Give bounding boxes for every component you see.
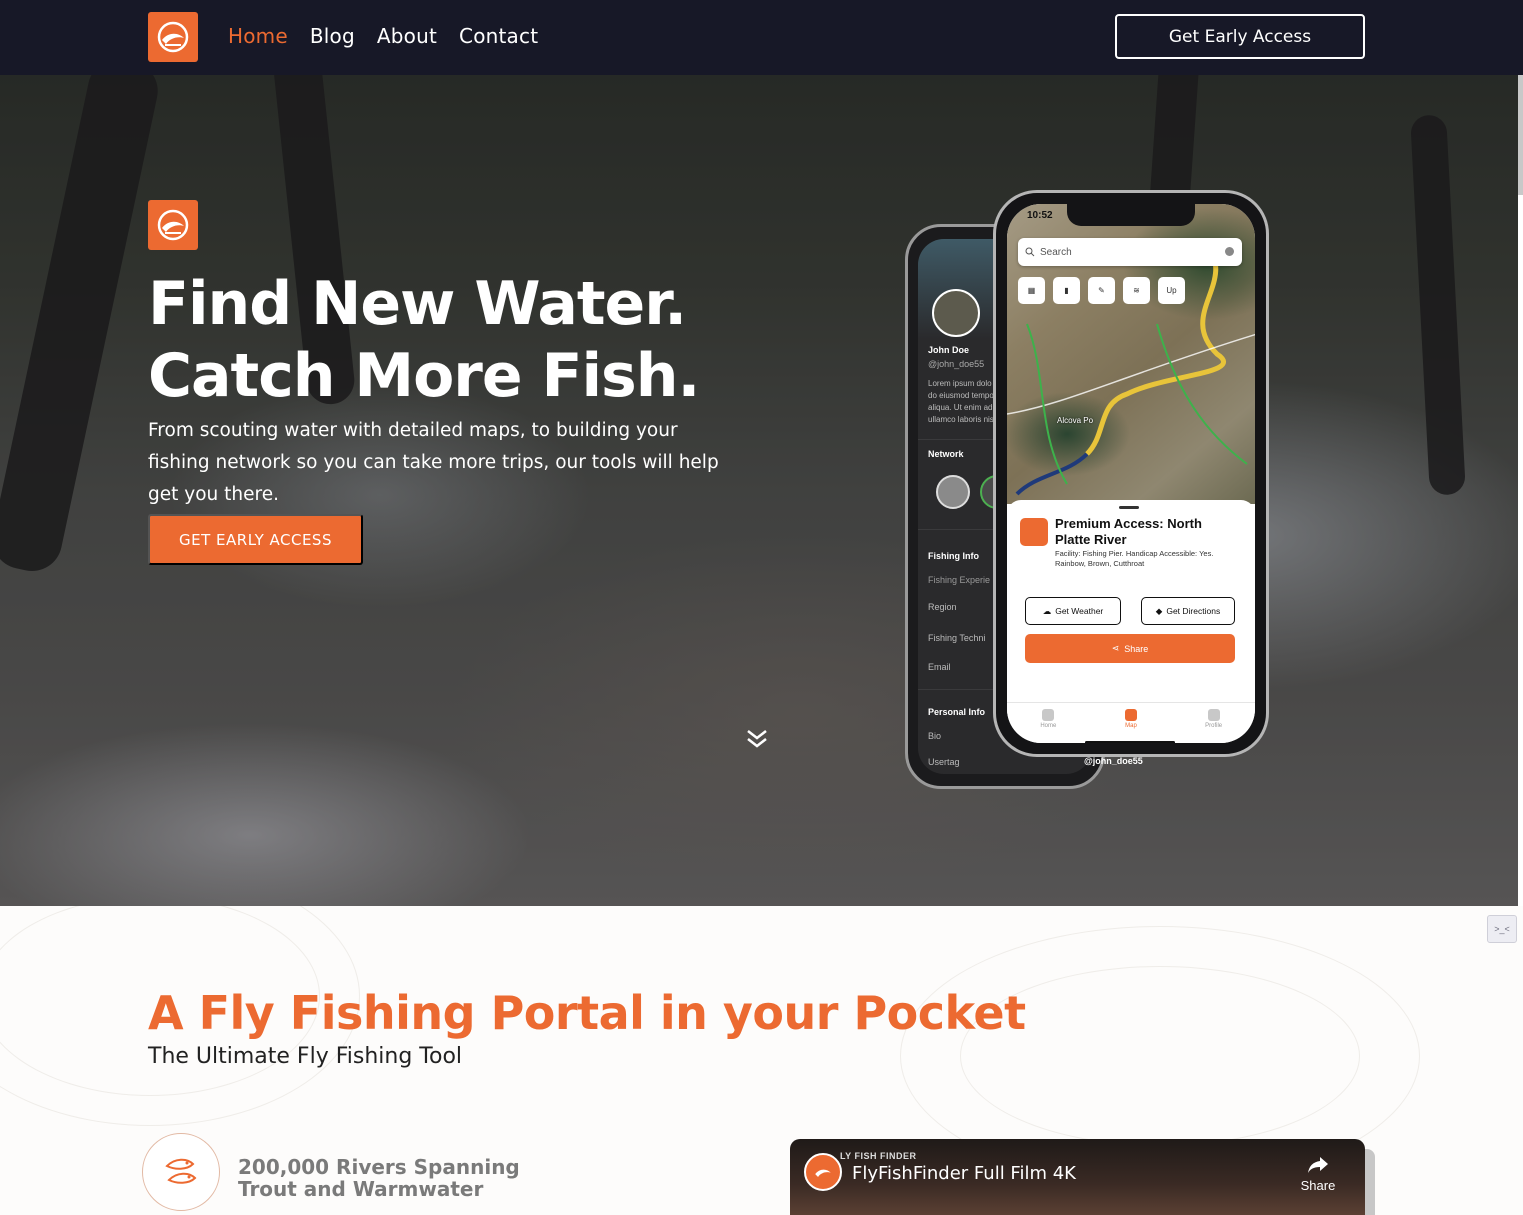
get-weather-label: Get Weather	[1055, 606, 1104, 616]
hero-title-line-1: Find New Water.	[148, 269, 687, 339]
share-button[interactable]: ⋖ Share	[1025, 634, 1235, 663]
tab-map[interactable]: Map	[1111, 709, 1151, 743]
map-icon[interactable]: ▦	[1018, 277, 1045, 304]
location-type-icon	[1020, 518, 1048, 546]
fishing-info-label: Fishing Info	[928, 551, 979, 561]
features-section: A Fly Fishing Portal in your Pocket The …	[0, 906, 1523, 1215]
home-icon	[1042, 709, 1055, 721]
video-brand: LY FISH FINDER	[840, 1151, 917, 1161]
sheet-title: Premium Access: North Platte River	[1055, 516, 1202, 547]
hero-get-early-access-button[interactable]: GET EARLY ACCESS	[148, 514, 363, 565]
get-directions-label: Get Directions	[1166, 606, 1221, 616]
weather-icon: ☁	[1042, 605, 1052, 616]
profile-name: John Doe	[928, 345, 970, 355]
profile-field: Usertag	[928, 757, 960, 767]
usertag-value: @john_doe55	[1084, 756, 1143, 766]
profile-field: Fishing Experie	[928, 575, 991, 585]
video-share-button[interactable]: Share	[1298, 1155, 1338, 1193]
network-label: Network	[928, 449, 964, 459]
hero-subtitle: From scouting water with detailed maps, …	[148, 420, 719, 505]
search-placeholder: Search	[1040, 246, 1072, 258]
phone-mockup-map: Alcova Po 10:52 Search ▦ ▮ ✎ ≋ Up Premiu…	[993, 190, 1269, 757]
directions-icon: ◆	[1155, 605, 1163, 616]
scrollbar-thumb[interactable]	[1518, 75, 1523, 195]
profile-field: Email	[928, 662, 951, 672]
tab-label: Map	[1125, 723, 1137, 729]
channel-logo-icon[interactable]	[804, 1153, 842, 1191]
get-early-access-button[interactable]: Get Early Access	[1115, 14, 1365, 59]
profile-field: Fishing Techni	[928, 633, 986, 643]
profile-bio-line: do eiusmod tempo	[928, 391, 994, 400]
logo-icon[interactable]	[148, 12, 198, 62]
bookmark-icon[interactable]: ▮	[1053, 277, 1080, 304]
map-screen: Alcova Po 10:52 Search ▦ ▮ ✎ ≋ Up Premiu…	[1007, 204, 1255, 743]
gear-icon	[1207, 709, 1220, 721]
sheet-handle[interactable]	[1119, 506, 1139, 509]
feature-line-2: Trout and Warmwater	[238, 1177, 484, 1201]
map-place-label: Alcova Po	[1057, 416, 1094, 425]
fish-icon	[142, 1133, 220, 1211]
side-widget-button[interactable]: >_<	[1487, 915, 1517, 943]
pin-icon[interactable]: ✎	[1088, 277, 1115, 304]
video-share-label: Share	[1300, 1178, 1336, 1193]
hero-logo-icon	[148, 200, 198, 250]
search-icon	[1025, 247, 1035, 257]
top-navbar: Home Blog About Contact Get Early Access	[0, 0, 1523, 75]
phone-notch	[1067, 204, 1195, 226]
map-icon	[1124, 709, 1137, 721]
map-toolbar: ▦ ▮ ✎ ≋ Up	[1018, 277, 1185, 304]
profile-bio-line: ullamco laboris nis	[928, 415, 994, 424]
tab-label: Profile	[1205, 723, 1223, 729]
chevron-double-down-icon[interactable]	[744, 725, 770, 751]
hero-title: Find New Water. Catch More Fish.	[148, 268, 700, 412]
tab-home[interactable]: Home	[1028, 709, 1068, 743]
status-time: 10:52	[1027, 210, 1053, 221]
profile-handle: @john_doe55	[928, 359, 985, 369]
tab-profile[interactable]: Profile	[1194, 709, 1234, 743]
nav-links: Home Blog About Contact	[228, 24, 538, 48]
nav-link-blog[interactable]: Blog	[310, 24, 355, 48]
tab-label: Home	[1040, 723, 1057, 729]
nav-link-about[interactable]: About	[377, 24, 437, 48]
share-icon: ⋖	[1111, 643, 1120, 653]
section-title: A Fly Fishing Portal in your Pocket	[148, 986, 1026, 1040]
layers-icon[interactable]: ≋	[1123, 277, 1150, 304]
page: Home Blog About Contact Get Early Access…	[0, 0, 1523, 1215]
nav-link-contact[interactable]: Contact	[459, 24, 538, 48]
sheet-description: Facility: Fishing Pier. Handicap Accessi…	[1055, 549, 1214, 568]
map-search-input[interactable]: Search	[1018, 238, 1242, 266]
feature-line-1: 200,000 Rivers Spanning	[238, 1155, 520, 1179]
profile-bio-line: aliqua. Ut enim ad	[928, 403, 993, 412]
get-weather-button[interactable]: ☁ Get Weather	[1025, 597, 1121, 625]
clear-icon[interactable]	[1225, 247, 1234, 256]
nav-link-home[interactable]: Home	[228, 24, 288, 48]
personal-info-label: Personal Info	[928, 707, 986, 717]
profile-field: Region	[928, 602, 957, 612]
share-label: Share	[1124, 643, 1149, 654]
section-subtitle: The Ultimate Fly Fishing Tool	[148, 1044, 463, 1069]
get-directions-button[interactable]: ◆ Get Directions	[1141, 597, 1235, 625]
app-tabbar: Home Map Profile	[1007, 702, 1255, 743]
hero-title-line-2: Catch More Fish.	[148, 341, 700, 411]
profile-bio-line: Lorem ipsum dolo	[928, 379, 992, 388]
share-arrow-icon	[1308, 1157, 1328, 1173]
profile-field: Bio	[928, 731, 942, 741]
avatar	[932, 289, 980, 337]
video-title[interactable]: FlyFishFinder Full Film 4K	[852, 1163, 1076, 1184]
up-button[interactable]: Up	[1158, 277, 1185, 304]
feature-text: 200,000 Rivers Spanning Trout and Warmwa…	[238, 1156, 520, 1200]
avatar	[936, 475, 970, 509]
home-indicator	[1085, 741, 1175, 743]
video-embed[interactable]: LY FISH FINDER FlyFishFinder Full Film 4…	[790, 1139, 1365, 1215]
